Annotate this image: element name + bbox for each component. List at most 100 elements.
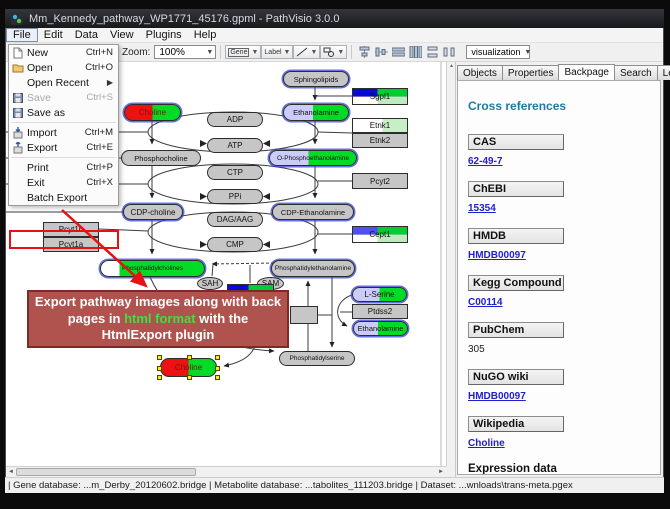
node-choline-top[interactable]: Choline xyxy=(124,104,181,121)
selection-handle[interactable] xyxy=(157,366,162,371)
file-menu-item-print[interactable]: PrintCtrl+P xyxy=(9,160,118,175)
gene-tool-button[interactable]: Gene▼ xyxy=(225,45,261,59)
file-menu-item-save-as[interactable]: Save as xyxy=(9,105,118,120)
xref-link[interactable]: C00114 xyxy=(468,297,502,308)
menu-view[interactable]: View xyxy=(104,28,140,42)
align-center-button[interactable] xyxy=(356,45,373,60)
tab-legend[interactable]: Legend xyxy=(657,65,670,80)
file-menu-item-save[interactable]: SaveCtrl+S xyxy=(9,90,118,105)
node-ptdss2-gene[interactable]: Ptdss2 xyxy=(352,304,408,319)
node-etnk2-gene[interactable]: Etnk2 xyxy=(352,133,408,148)
zoom-value: 100% xyxy=(159,47,185,58)
distribute-horizontal-button[interactable] xyxy=(390,45,407,60)
file-menu-item-exit[interactable]: ExitCtrl+X xyxy=(9,175,118,190)
distribute-vertical-button[interactable] xyxy=(407,45,424,60)
stack-vertical-icon xyxy=(426,46,439,58)
node-etnk1-gene[interactable]: Etnk1 xyxy=(352,118,408,133)
xref-link[interactable]: 15354 xyxy=(468,203,496,214)
node-label: Etnk2 xyxy=(370,136,390,145)
xref-link[interactable]: HMDB00097 xyxy=(468,250,526,261)
selection-handle[interactable] xyxy=(157,355,162,360)
node-pcyt2-gene[interactable]: Pcyt2 xyxy=(352,173,408,189)
tab-properties[interactable]: Properties xyxy=(502,65,560,80)
node-cdp-choline[interactable]: CDP-choline xyxy=(123,204,183,220)
selection-handle[interactable] xyxy=(187,355,192,360)
selection-handle[interactable] xyxy=(187,375,192,380)
canvas-horizontal-scrollbar[interactable]: ◄ ► xyxy=(6,466,446,477)
node-cept1-gene[interactable]: Cept1 xyxy=(352,226,408,243)
node-o-phosphoethanolamine[interactable]: O-Phosphoethanolamine xyxy=(269,150,357,166)
expression-data-heading: Expression data xyxy=(468,463,660,475)
window-title: Mm_Kennedy_pathway_WP1771_45176.gpml - P… xyxy=(29,13,339,25)
import-icon xyxy=(12,127,24,139)
node-sah[interactable]: SAH xyxy=(197,277,223,290)
menu-plugins[interactable]: Plugins xyxy=(140,28,188,42)
visualization-combobox[interactable]: visualization▼ xyxy=(466,45,530,59)
export-icon xyxy=(9,142,27,154)
node-ethanolamine-top[interactable]: Ethanolamine xyxy=(283,104,349,121)
node-ctp[interactable]: CTP xyxy=(207,165,263,180)
selection-handle[interactable] xyxy=(215,375,220,380)
tab-backpage[interactable]: Backpage xyxy=(558,64,614,80)
backpage-panel[interactable]: Cross references CAS62-49-7ChEBI15354HMD… xyxy=(457,80,661,475)
file-menu-item-import[interactable]: ImportCtrl+M xyxy=(9,125,118,140)
xref-link[interactable]: Choline xyxy=(468,438,505,449)
import-icon xyxy=(9,127,27,139)
selection-handle[interactable] xyxy=(215,366,220,371)
new-document-icon xyxy=(9,47,27,59)
xref-source-name: CAS xyxy=(468,134,564,150)
file-menu-item-batch-export[interactable]: Batch Export xyxy=(9,190,118,205)
align-center-icon xyxy=(358,46,371,58)
chevron-down-icon: ▼ xyxy=(284,49,291,56)
node-phosphatidylethanolamine[interactable]: Phosphatidylethanolamine xyxy=(271,260,355,277)
label-tool-label: Label xyxy=(264,49,281,56)
chevron-down-icon: ▼ xyxy=(337,49,344,56)
menu-help[interactable]: Help xyxy=(188,28,223,42)
file-menu-item-export[interactable]: ExportCtrl+E xyxy=(9,140,118,155)
menu-item-shortcut: Ctrl+N xyxy=(86,47,113,58)
save-disk-icon xyxy=(12,92,24,104)
node-label: Phosphocholine xyxy=(134,154,187,163)
align-middle-button[interactable] xyxy=(373,45,390,60)
line-tool-button[interactable]: ▼ xyxy=(293,45,320,59)
selection-handle[interactable] xyxy=(215,355,220,360)
node-ethanolamine-bottom[interactable]: Ethanolamine xyxy=(353,321,408,336)
xref-link[interactable]: HMDB00097 xyxy=(468,391,526,402)
shape-tool-button[interactable]: ▼ xyxy=(320,45,347,59)
node-cdp-ethanolamine[interactable]: CDP-Ethanolamine xyxy=(272,204,354,220)
callout-line3: HtmlExport plugin xyxy=(102,327,215,342)
file-menu-item-new[interactable]: NewCtrl+N xyxy=(9,45,118,60)
tab-objects[interactable]: Objects xyxy=(457,65,503,80)
menu-data[interactable]: Data xyxy=(69,28,104,42)
title-bar[interactable]: Mm_Kennedy_pathway_WP1771_45176.gpml - P… xyxy=(5,9,664,28)
align-middle-icon xyxy=(375,46,388,58)
node-phosphocholine[interactable]: Phosphocholine xyxy=(121,150,201,166)
zoom-combobox[interactable]: 100%▼ xyxy=(154,45,216,59)
node-l-serine[interactable]: L-Serine xyxy=(352,287,407,302)
horizontal-scroll-thumb[interactable] xyxy=(16,468,196,476)
menu-edit[interactable]: Edit xyxy=(38,28,69,42)
node-adp[interactable]: ADP xyxy=(207,112,263,127)
node-ppi[interactable]: PPi xyxy=(207,189,263,204)
stack-vertical-button[interactable] xyxy=(424,45,441,60)
node-atp[interactable]: ATP xyxy=(207,138,263,153)
node-sphingolipids[interactable]: Sphingolipids xyxy=(283,71,349,87)
label-tool-button[interactable]: Label▼ xyxy=(261,45,293,59)
selection-handle[interactable] xyxy=(157,375,162,380)
stack-horizontal-button[interactable] xyxy=(441,45,458,60)
node-phosphatidylserine[interactable]: Phosphatidylserine xyxy=(279,351,355,366)
tab-search[interactable]: Search xyxy=(614,65,658,80)
node-dag-aag[interactable]: DAG/AAG xyxy=(207,212,263,227)
file-menu-item-open[interactable]: OpenCtrl+O xyxy=(9,60,118,75)
node-sgpl1-gene[interactable]: Sgpl1 xyxy=(352,88,408,105)
file-menu-item-open-recent[interactable]: Open Recent▶ xyxy=(9,75,118,90)
node-phosphatidylcholines[interactable]: Phosphatidylcholines xyxy=(100,260,205,277)
node-gene-box-partial[interactable] xyxy=(290,306,318,324)
menu-file[interactable]: File xyxy=(6,28,38,42)
xref-link[interactable]: 62-49-7 xyxy=(468,156,502,167)
distribute-horizontal-icon xyxy=(392,46,405,58)
node-label: CDP-Ethanolamine xyxy=(281,208,345,217)
node-cmp[interactable]: CMP xyxy=(207,237,263,252)
canvas-vertical-scrollbar[interactable]: ▲ xyxy=(446,62,455,466)
visualization-value: visualization xyxy=(471,47,520,57)
